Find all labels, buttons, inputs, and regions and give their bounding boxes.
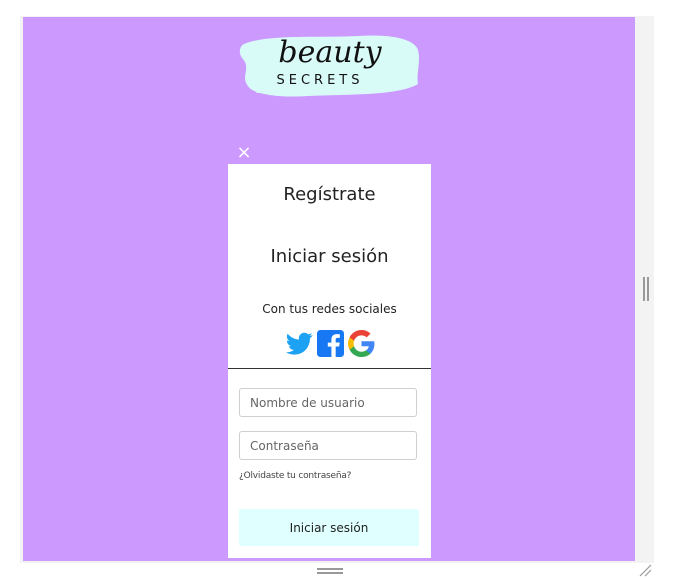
logo-graphic: beauty SECRETS — [239, 35, 419, 97]
vertical-resize-handle[interactable] — [643, 277, 649, 301]
google-icon[interactable] — [348, 329, 375, 357]
password-input[interactable] — [239, 431, 417, 460]
logo-word-top: beauty — [278, 35, 382, 70]
horizontal-resize-handle[interactable] — [317, 568, 343, 574]
facebook-icon[interactable] — [317, 329, 344, 357]
social-caption: Con tus redes sociales — [262, 302, 397, 316]
social-login-row — [286, 329, 376, 357]
username-input[interactable] — [239, 388, 417, 417]
register-title[interactable]: Regístrate — [228, 184, 431, 205]
close-icon: × — [236, 142, 252, 163]
twitter-icon[interactable] — [286, 330, 313, 357]
login-submit-button[interactable]: Iniciar sesión — [239, 509, 419, 546]
section-divider — [228, 368, 431, 369]
login-title: Iniciar sesión — [270, 246, 389, 267]
logo: beauty SECRETS — [238, 28, 422, 100]
auth-modal: Regístrate Iniciar sesión Con tus redes … — [228, 164, 431, 558]
forgot-password-link[interactable]: ¿Olvidaste tu contraseña? — [239, 471, 351, 481]
logo-word-bottom: SECRETS — [277, 73, 364, 88]
close-button[interactable]: × — [236, 144, 252, 162]
corner-resize-icon[interactable] — [638, 563, 652, 577]
